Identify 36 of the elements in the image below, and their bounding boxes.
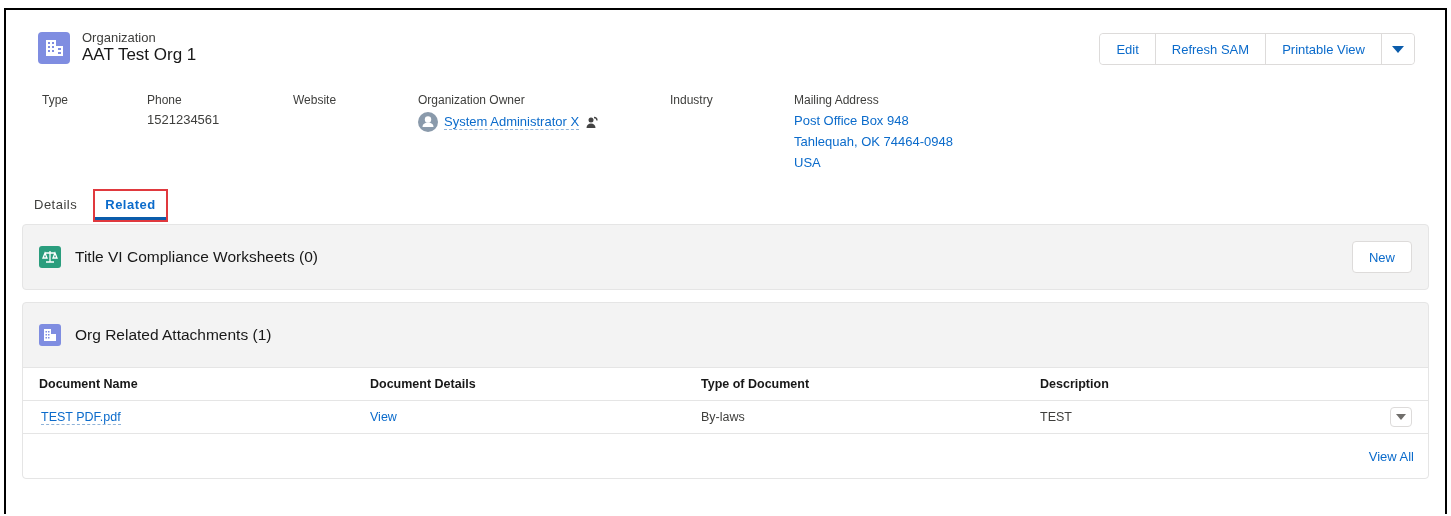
object-type-label: Organization [82,30,157,45]
view-all-link[interactable]: View All [1368,448,1414,464]
column-header: Description [1040,377,1110,391]
address-link[interactable]: Tahlequah, OK 74464-0948 [794,134,953,149]
related-list-title[interactable]: Org Related Attachments (1) [75,326,1412,344]
new-button[interactable]: New [1352,241,1412,273]
tab[interactable]: Related [93,189,168,222]
field-label: Industry [670,93,714,107]
column-header: Type of Document [701,377,811,391]
table-link[interactable]: TEST PDF.pdf [41,410,121,425]
address-link[interactable]: USA [794,155,953,170]
building-icon [38,31,70,64]
table-link[interactable]: View [370,410,397,424]
table-cell-text: TEST [1040,410,1073,424]
scales-icon [39,246,61,268]
field-label: Website [293,93,338,107]
column-header: Document Name [39,377,139,391]
building-icon [39,324,61,346]
caret-icon [1392,45,1404,54]
column-header: Document Details [370,377,477,391]
field-label: Phone [147,93,183,107]
caret-icon [1396,414,1406,420]
tab[interactable]: Details [22,189,90,222]
field-label: Type [42,93,69,107]
row-actions-button[interactable] [1390,407,1412,427]
field-label: Mailing Address [794,93,880,107]
user-avatar-icon [418,112,438,132]
table-cell-text: By-laws [701,410,746,424]
change-owner-icon[interactable] [585,115,600,129]
record-title: AAT Test Org 1 [82,45,197,65]
field-value: 1521234561 [147,112,221,127]
address-link[interactable]: Post Office Box 948 [794,113,953,128]
field-label: Organization Owner [418,93,526,107]
related-list-title[interactable]: Title VI Compliance Worksheets (0) [75,248,1338,266]
owner-link[interactable]: System Administrator X [444,114,580,130]
more-actions-button[interactable] [1381,34,1414,64]
